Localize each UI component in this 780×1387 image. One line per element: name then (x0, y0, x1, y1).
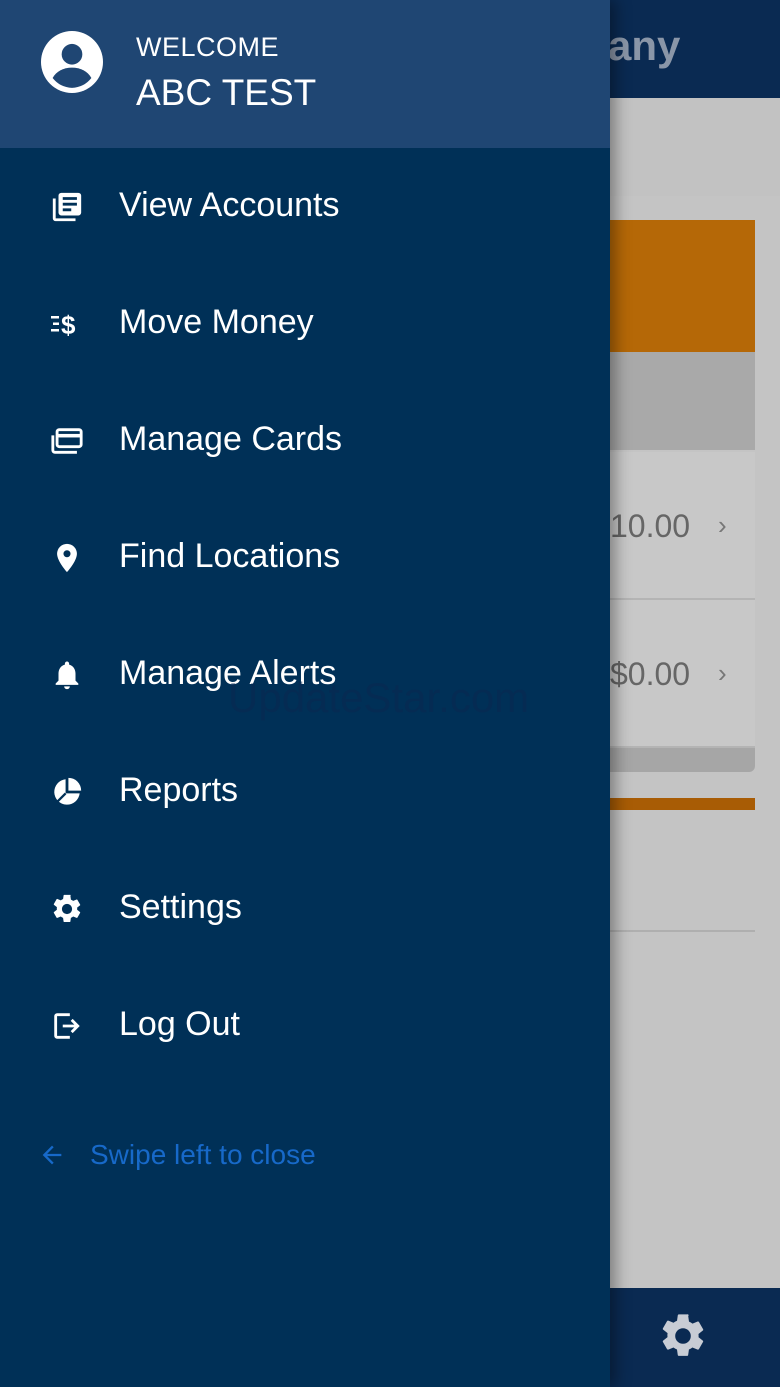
menu-item-move-money[interactable]: $ Move Money (0, 265, 610, 382)
menu-item-manage-alerts[interactable]: Manage Alerts (0, 616, 610, 733)
arrow-left-icon (42, 1145, 62, 1165)
welcome-label: WELCOME (136, 32, 280, 62)
menu-label: Log Out (119, 1005, 240, 1043)
location-pin-icon (50, 541, 84, 575)
menu-item-settings[interactable]: Settings (0, 850, 610, 967)
svg-text:$: $ (61, 310, 76, 340)
menu-label: View Accounts (119, 186, 340, 224)
menu-label: Find Locations (119, 537, 341, 575)
cards-icon (50, 424, 84, 458)
pie-chart-icon (50, 775, 84, 809)
swipe-hint-text: Swipe left to close (90, 1139, 316, 1170)
account-amount: 10.00 (610, 508, 691, 544)
navigation-drawer[interactable]: WELCOME ABC TEST View Accounts $ Move Mo… (0, 0, 610, 1387)
menu-item-manage-cards[interactable]: Manage Cards (0, 382, 610, 499)
menu-item-find-locations[interactable]: Find Locations (0, 499, 610, 616)
app-header-title: any (608, 22, 681, 69)
swipe-hint: Swipe left to close (38, 1135, 316, 1175)
gear-icon (50, 892, 84, 926)
menu-label: Manage Alerts (119, 654, 337, 692)
drawer-header: WELCOME ABC TEST (0, 0, 610, 148)
menu-label: Settings (119, 888, 242, 926)
account-amount: $0.00 (610, 656, 691, 692)
chevron-right-icon: › (718, 658, 727, 688)
menu-label: Reports (119, 771, 239, 809)
menu-label: Manage Cards (119, 420, 343, 458)
gear-icon[interactable] (657, 1310, 709, 1362)
chevron-right-icon: › (718, 510, 727, 540)
menu-item-view-accounts[interactable]: View Accounts (0, 148, 610, 265)
logout-icon (50, 1009, 84, 1043)
menu-item-reports[interactable]: Reports (0, 733, 610, 850)
user-avatar-icon (41, 31, 103, 93)
user-name: ABC TEST (136, 72, 317, 113)
view-accounts-icon (50, 190, 84, 224)
menu-item-log-out[interactable]: Log Out (0, 967, 610, 1084)
bell-icon (50, 658, 84, 692)
menu-label: Move Money (119, 303, 314, 341)
move-money-icon: $ (50, 307, 84, 341)
